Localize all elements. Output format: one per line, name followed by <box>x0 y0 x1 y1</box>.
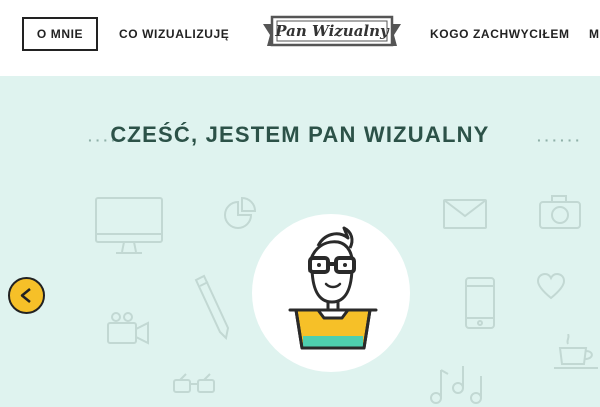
glasses-icon <box>173 373 215 393</box>
heart-icon <box>536 272 566 300</box>
avatar-illustration-icon <box>288 226 378 350</box>
coffee-cup-icon <box>554 334 598 369</box>
monitor-icon <box>95 197 163 254</box>
avatar <box>252 214 410 372</box>
smartphone-icon <box>465 277 495 329</box>
hero-section: ······ CZEŚĆ, JESTEM PAN WIZUALNY ······ <box>0 76 600 407</box>
nav-item-kogo-zachwycilem[interactable]: KOGO ZACHWYCIŁEM <box>430 17 570 51</box>
video-camera-icon <box>107 312 149 345</box>
nav-item-truncated[interactable]: M <box>589 17 600 51</box>
chevron-left-icon <box>20 288 31 303</box>
nav-item-co-wizualizuje[interactable]: CO WIZUALIZUJĘ <box>119 17 229 51</box>
nav-item-o-mnie[interactable]: O MNIE <box>22 17 98 51</box>
page-title: CZEŚĆ, JESTEM PAN WIZUALNY <box>110 122 490 147</box>
top-navigation: O MNIE CO WIZUALIZUJĘ Pan Wizualny KOGO … <box>0 0 600 76</box>
pencil-icon <box>194 274 230 340</box>
music-notes-icon <box>430 366 482 404</box>
camera-icon <box>539 195 581 229</box>
logo[interactable]: Pan Wizualny <box>263 15 401 51</box>
previous-slide-button[interactable] <box>8 277 45 314</box>
logo-text: Pan Wizualny <box>275 22 389 40</box>
envelope-icon <box>443 199 487 229</box>
heading-decoration-right: ······ <box>537 132 583 148</box>
